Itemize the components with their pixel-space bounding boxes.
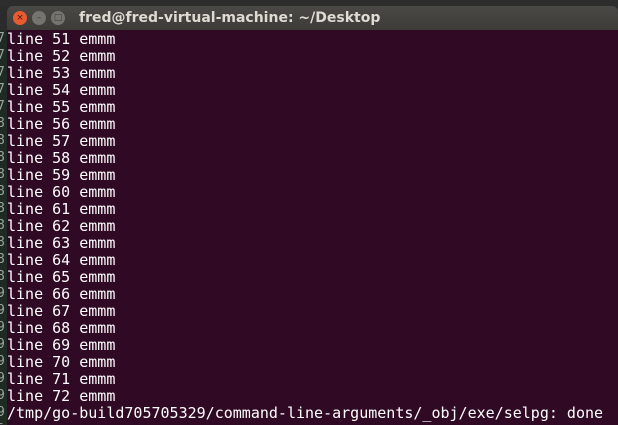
background-digit: 8 bbox=[0, 167, 5, 182]
terminal-line: line 55 emmm bbox=[7, 98, 116, 116]
terminal-line: line 61 emmm bbox=[7, 200, 116, 218]
background-digit: 8 bbox=[0, 201, 5, 216]
background-digit: 7 bbox=[0, 82, 5, 97]
terminal-line: line 56 emmm bbox=[7, 115, 116, 133]
minimize-icon: – bbox=[36, 13, 42, 23]
minimize-button[interactable]: – bbox=[32, 11, 46, 25]
terminal-line: line 59 emmm bbox=[7, 166, 116, 184]
background-window-gutter: 777778888888888999999990 bbox=[0, 30, 7, 424]
terminal-line: line 70 emmm bbox=[7, 353, 116, 371]
background-digit: 9 bbox=[0, 405, 5, 420]
background-digit: 7 bbox=[0, 31, 5, 46]
close-icon: × bbox=[16, 13, 24, 23]
terminal-line: line 63 emmm bbox=[7, 234, 116, 252]
terminal-line: line 66 emmm bbox=[7, 285, 116, 303]
title-bar[interactable]: × – □ fred@fred-virtual-machine: ~/Deskt… bbox=[7, 6, 618, 30]
terminal-line: line 71 emmm bbox=[7, 370, 116, 388]
background-digit: 8 bbox=[0, 218, 5, 233]
close-button[interactable]: × bbox=[13, 11, 27, 25]
terminal-line: line 67 emmm bbox=[7, 302, 116, 320]
terminal-line: line 64 emmm bbox=[7, 251, 116, 269]
terminal-line: line 68 emmm bbox=[7, 319, 116, 337]
background-digit: 8 bbox=[0, 235, 5, 250]
background-digit: 8 bbox=[0, 116, 5, 131]
maximize-button[interactable]: □ bbox=[51, 11, 65, 25]
terminal-line: line 62 emmm bbox=[7, 217, 116, 235]
background-digit: 9 bbox=[0, 371, 5, 386]
background-digit: 9 bbox=[0, 337, 5, 352]
background-digit: 9 bbox=[0, 286, 5, 301]
background-digit: 8 bbox=[0, 133, 5, 148]
terminal-line: line 60 emmm bbox=[7, 183, 116, 201]
background-digit: 8 bbox=[0, 184, 5, 199]
terminal-line: line 51 emmm bbox=[7, 30, 116, 48]
background-digit: 9 bbox=[0, 354, 5, 369]
terminal-line: line 54 emmm bbox=[7, 81, 116, 99]
background-digit: 7 bbox=[0, 99, 5, 114]
terminal-line: line 52 emmm bbox=[7, 47, 116, 65]
terminal-line: line 72 emmm bbox=[7, 387, 116, 405]
terminal-line: line 65 emmm bbox=[7, 268, 116, 286]
terminal-line: line 53 emmm bbox=[7, 64, 116, 82]
background-digit: 8 bbox=[0, 269, 5, 284]
terminal-window: × – □ fred@fred-virtual-machine: ~/Deskt… bbox=[7, 6, 618, 425]
background-digit: 9 bbox=[0, 303, 5, 318]
background-digit: 9 bbox=[0, 388, 5, 403]
terminal-line: line 69 emmm bbox=[7, 336, 116, 354]
maximize-icon: □ bbox=[53, 13, 63, 23]
terminal-output[interactable]: line 51 emmm line 52 emmm line 53 emmm line… bbox=[7, 30, 618, 425]
window-title: fred@fred-virtual-machine: ~/Desktop bbox=[79, 10, 381, 26]
background-digit: 8 bbox=[0, 150, 5, 165]
terminal-line: line 57 emmm bbox=[7, 132, 116, 150]
background-digit: 9 bbox=[0, 320, 5, 335]
background-digit: 8 bbox=[0, 252, 5, 267]
terminal-line: line 58 emmm bbox=[7, 149, 116, 167]
terminal-line: /tmp/go-build705705329/command-line-argu… bbox=[7, 404, 604, 422]
background-digit: 7 bbox=[0, 65, 5, 80]
background-digit: 7 bbox=[0, 48, 5, 63]
